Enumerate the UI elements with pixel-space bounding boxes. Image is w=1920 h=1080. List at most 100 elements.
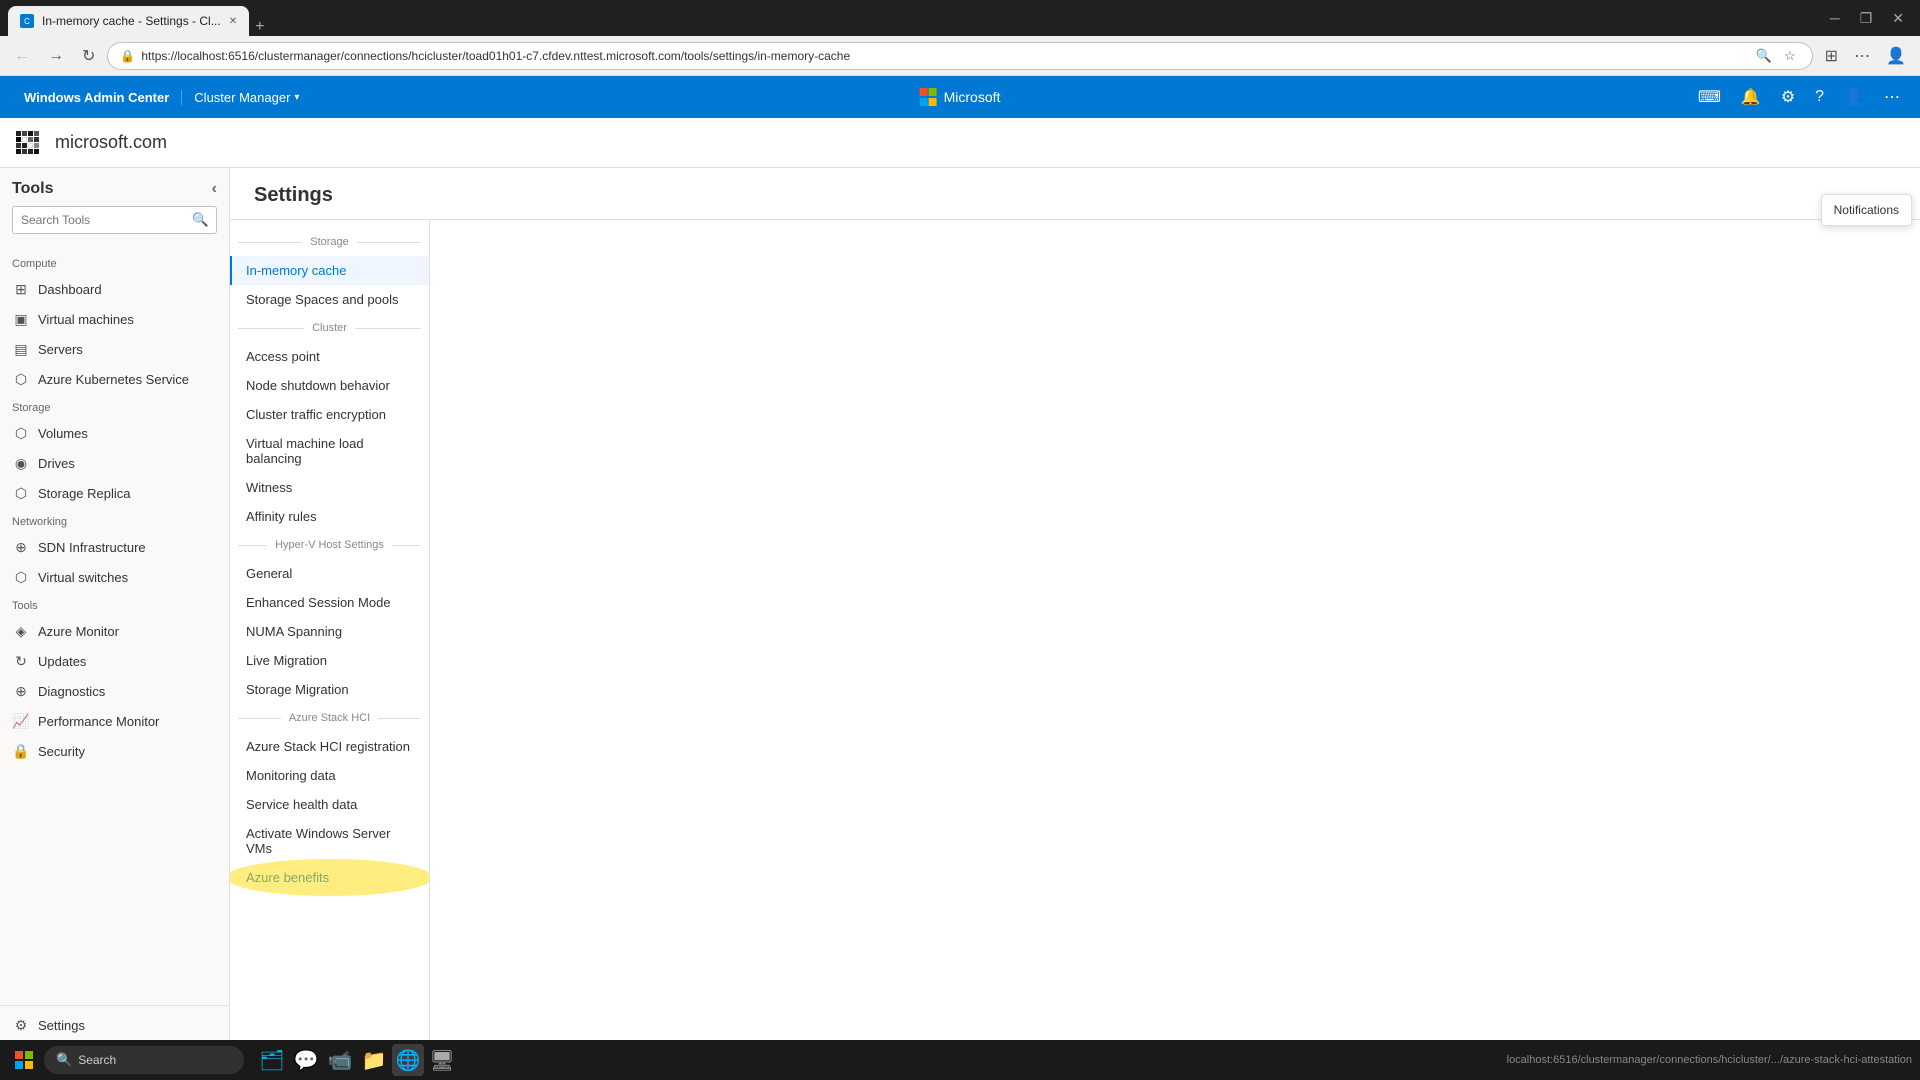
sidebar-search-box[interactable]: 🔍 bbox=[12, 206, 217, 234]
active-tab[interactable]: C In-memory cache - Settings - Cl... ✕ bbox=[8, 6, 249, 36]
taskbar-app-edge[interactable]: 🌐 bbox=[392, 1044, 424, 1076]
taskbar-app-chat[interactable]: 💬 bbox=[290, 1044, 322, 1076]
taskbar-app-server-manager[interactable]: 🖥 bbox=[426, 1044, 458, 1076]
browser-actions: ⊞ ⋯ 👤 bbox=[1819, 42, 1912, 70]
settings-nav-item-witness[interactable]: Witness bbox=[230, 473, 429, 502]
browser-profile-button[interactable]: 👤 bbox=[1880, 42, 1912, 70]
taskbar-status-url: localhost:6516/clustermanager/connection… bbox=[1507, 1054, 1912, 1066]
taskbar-search-bar[interactable]: 🔍 Search bbox=[44, 1046, 244, 1074]
settings-nav-item-affinity-rules[interactable]: Affinity rules bbox=[230, 502, 429, 531]
sidebar-item-virtual-switches[interactable]: ⬡ Virtual switches bbox=[0, 562, 229, 592]
search-tools-input[interactable] bbox=[13, 213, 184, 227]
settings-body: Storage In-memory cache Storage Spaces a… bbox=[230, 220, 1920, 1040]
volumes-icon: ⬡ bbox=[12, 424, 30, 442]
ms-logo-sq-green bbox=[929, 88, 937, 96]
address-bar[interactable]: 🔒 https://localhost:6516/clustermanager/… bbox=[107, 42, 1812, 70]
search-extensions-button[interactable]: 🔍 bbox=[1752, 46, 1776, 66]
settings-nav-item-storage-migration[interactable]: Storage Migration bbox=[230, 675, 429, 704]
drives-icon: ◉ bbox=[12, 454, 30, 472]
taskbar-search-icon: 🔍 bbox=[56, 1052, 72, 1068]
tab-close-button[interactable]: ✕ bbox=[229, 16, 237, 27]
minimize-button[interactable]: ─ bbox=[1822, 6, 1848, 31]
sidebar-item-virtual-machines[interactable]: ▣ Virtual machines bbox=[0, 304, 229, 334]
back-button[interactable]: ← bbox=[8, 43, 36, 69]
sidebar-item-performance-monitor[interactable]: 📈 Performance Monitor bbox=[0, 706, 229, 736]
settings-gear-button[interactable]: ⚙ bbox=[1773, 81, 1803, 113]
settings-nav-item-numa-spanning[interactable]: NUMA Spanning bbox=[230, 617, 429, 646]
sidebar-item-settings[interactable]: ⚙ Settings bbox=[0, 1010, 229, 1040]
sidebar-item-virtual-machines-label: Virtual machines bbox=[38, 312, 134, 327]
taskbar-app-files[interactable]: 🗂 bbox=[256, 1044, 288, 1076]
taskbar-app-explorer[interactable]: 📁 bbox=[358, 1044, 390, 1076]
maximize-button[interactable]: ❐ bbox=[1852, 6, 1881, 31]
sidebar-item-storage-replica[interactable]: ⬡ Storage Replica bbox=[0, 478, 229, 508]
new-tab-button[interactable]: + bbox=[249, 18, 270, 36]
command-bar-button[interactable]: ⌨ bbox=[1690, 81, 1729, 113]
sidebar-item-servers[interactable]: ▤ Servers bbox=[0, 334, 229, 364]
more-options-button[interactable]: ⋯ bbox=[1876, 81, 1908, 113]
settings-nav-item-general[interactable]: General bbox=[230, 559, 429, 588]
sidebar: Tools ‹ 🔍 Compute ⊞ Dashboard ▣ Virtual … bbox=[0, 168, 230, 1040]
settings-nav-item-live-migration[interactable]: Live Migration bbox=[230, 646, 429, 675]
notifications-label: Notifications bbox=[1834, 203, 1899, 217]
cluster-manager-button[interactable]: Cluster Manager ▾ bbox=[182, 90, 311, 105]
bookmark-star-button[interactable]: ☆ bbox=[1780, 46, 1800, 66]
wac-topbar: Windows Admin Center Cluster Manager ▾ M… bbox=[0, 76, 1920, 118]
azure-kubernetes-icon: ⬡ bbox=[12, 370, 30, 388]
settings-nav-item-cluster-traffic-encryption[interactable]: Cluster traffic encryption bbox=[230, 400, 429, 429]
start-button[interactable] bbox=[8, 1044, 40, 1076]
sidebar-item-azure-kubernetes[interactable]: ⬡ Azure Kubernetes Service bbox=[0, 364, 229, 394]
sidebar-item-drives[interactable]: ◉ Drives bbox=[0, 448, 229, 478]
reload-button[interactable]: ↻ bbox=[76, 42, 101, 70]
updates-icon: ↻ bbox=[12, 652, 30, 670]
settings-nav-item-monitoring-data[interactable]: Monitoring data bbox=[230, 761, 429, 790]
sidebar-item-azure-monitor[interactable]: ◈ Azure Monitor bbox=[0, 616, 229, 646]
sidebar-section-storage: Storage bbox=[0, 394, 229, 418]
sidebar-item-servers-label: Servers bbox=[38, 342, 83, 357]
settings-nav-item-storage-spaces[interactable]: Storage Spaces and pools bbox=[230, 285, 429, 314]
extensions-button[interactable]: ⊞ bbox=[1819, 42, 1844, 70]
sidebar-item-security-label: Security bbox=[38, 744, 85, 759]
settings-nav-item-azure-stack-hci-registration[interactable]: Azure Stack HCI registration bbox=[230, 732, 429, 761]
close-button[interactable]: ✕ bbox=[1884, 6, 1912, 31]
more-button[interactable]: ⋯ bbox=[1848, 42, 1876, 70]
ms-logo-sq-red bbox=[920, 88, 928, 96]
settings-nav-item-service-health-data[interactable]: Service health data bbox=[230, 790, 429, 819]
user-account-button[interactable]: 👤 bbox=[1836, 81, 1872, 113]
settings-nav-item-in-memory-cache[interactable]: In-memory cache bbox=[230, 256, 429, 285]
hyperv-section-label: Hyper-V Host Settings bbox=[267, 539, 392, 551]
settings-nav-item-activate-windows-server-vms[interactable]: Activate Windows Server VMs bbox=[230, 819, 429, 863]
security-icon: 🔒 bbox=[12, 742, 30, 760]
sidebar-item-dashboard[interactable]: ⊞ Dashboard bbox=[0, 274, 229, 304]
address-bar-row: ← → ↻ 🔒 https://localhost:6516/clusterma… bbox=[0, 36, 1920, 76]
storage-section-label: Storage bbox=[302, 236, 357, 248]
sidebar-item-diagnostics-label: Diagnostics bbox=[38, 684, 105, 699]
cluster-manager-label: Cluster Manager bbox=[194, 90, 290, 105]
sidebar-item-updates-label: Updates bbox=[38, 654, 86, 669]
search-tools-button[interactable]: 🔍 bbox=[184, 212, 217, 228]
diagnostics-icon: ⊕ bbox=[12, 682, 30, 700]
settings-nav-item-access-point[interactable]: Access point bbox=[230, 342, 429, 371]
settings-page-title: Settings bbox=[254, 184, 1896, 207]
settings-nav-item-azure-benefits[interactable]: Azure benefits bbox=[230, 863, 429, 892]
forward-button[interactable]: → bbox=[42, 43, 70, 69]
sidebar-item-performance-monitor-label: Performance Monitor bbox=[38, 714, 159, 729]
taskbar-app-teams[interactable]: 📹 bbox=[324, 1044, 356, 1076]
settings-nav-item-node-shutdown[interactable]: Node shutdown behavior bbox=[230, 371, 429, 400]
sidebar-item-security[interactable]: 🔒 Security bbox=[0, 736, 229, 766]
sidebar-section-tools: Tools bbox=[0, 592, 229, 616]
sidebar-collapse-button[interactable]: ‹ bbox=[212, 180, 217, 198]
ms-logo-sq-blue bbox=[920, 98, 928, 106]
hyperv-section-divider: Hyper-V Host Settings bbox=[238, 531, 421, 559]
sidebar-item-volumes[interactable]: ⬡ Volumes bbox=[0, 418, 229, 448]
notifications-button[interactable]: 🔔 bbox=[1733, 81, 1769, 113]
help-button[interactable]: ? bbox=[1807, 82, 1832, 112]
sidebar-item-diagnostics[interactable]: ⊕ Diagnostics bbox=[0, 676, 229, 706]
storage-section-divider: Storage bbox=[238, 228, 421, 256]
settings-nav-item-enhanced-session-mode[interactable]: Enhanced Session Mode bbox=[230, 588, 429, 617]
sidebar-item-sdn-infrastructure[interactable]: ⊕ SDN Infrastructure bbox=[0, 532, 229, 562]
settings-nav-item-vm-load-balancing[interactable]: Virtual machine load balancing bbox=[230, 429, 429, 473]
sidebar-item-updates[interactable]: ↻ Updates bbox=[0, 646, 229, 676]
logo-pixel-art bbox=[16, 131, 39, 154]
virtual-machines-icon: ▣ bbox=[12, 310, 30, 328]
